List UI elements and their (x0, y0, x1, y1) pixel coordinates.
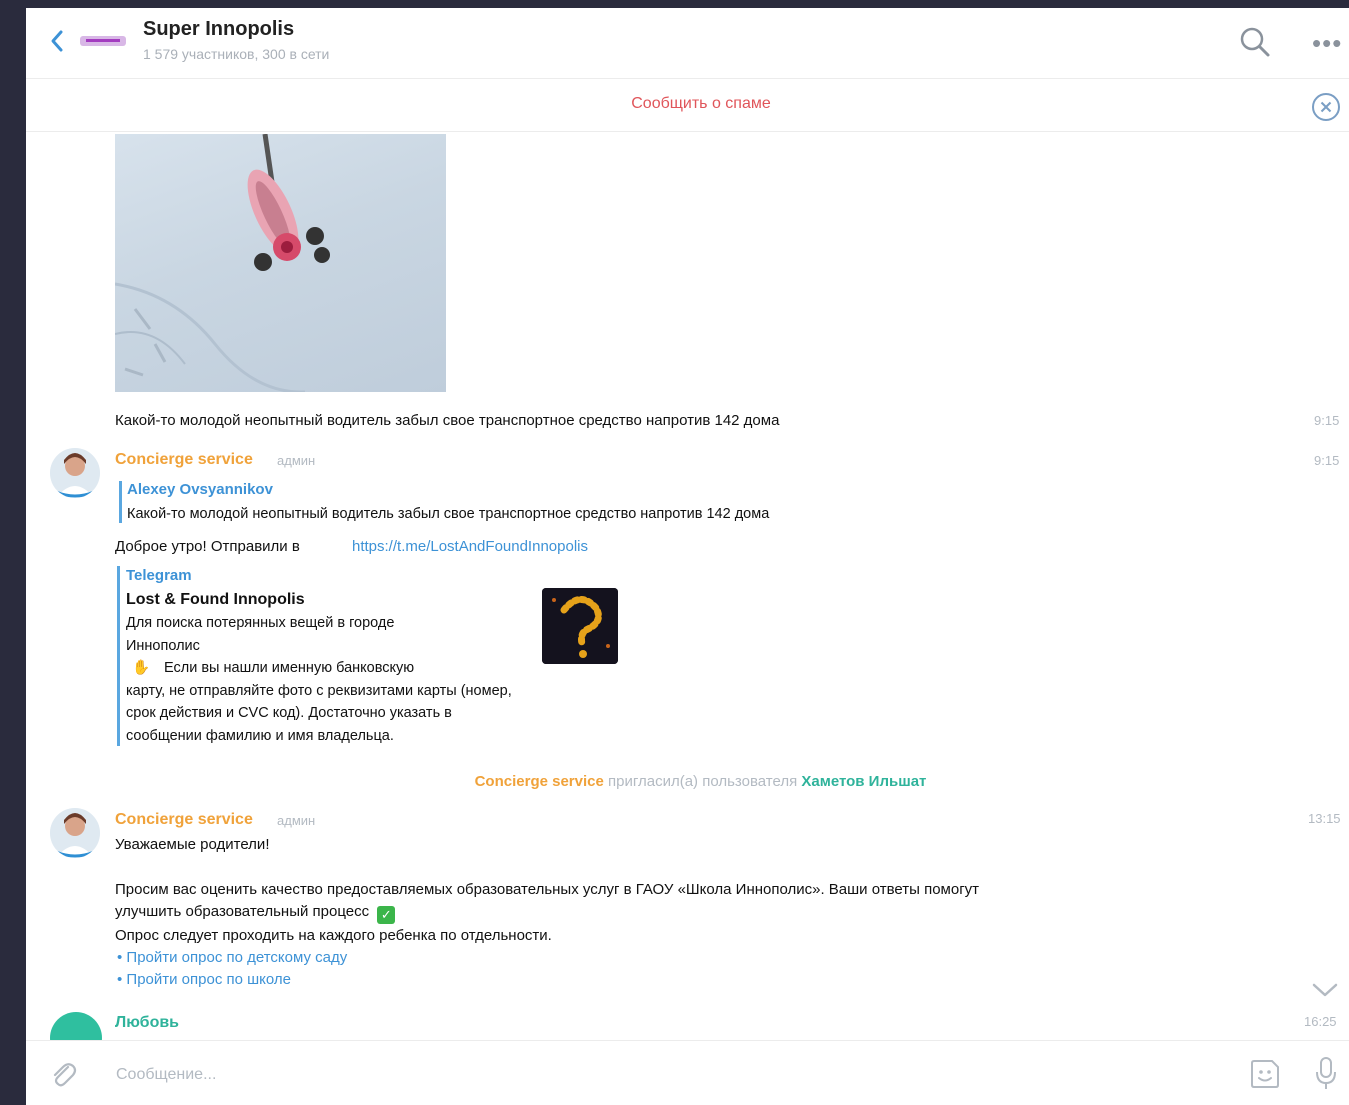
preview-description: Для поиска потерянных вещей в городе Инн… (126, 615, 512, 744)
survey-link-kindergarten[interactable]: • Пройти опрос по детскому саду (117, 949, 347, 966)
reply-text[interactable]: Какой-то молодой неопытный водитель забы… (127, 506, 769, 522)
chat-subtitle: 1 579 участников, 300 в сети (143, 46, 330, 62)
chat-window: Super Innopolis 1 579 участников, 300 в … (26, 8, 1349, 1105)
back-icon[interactable] (46, 26, 70, 56)
chevron-down-icon[interactable] (1310, 980, 1340, 1000)
reply-author[interactable]: Alexey Ovsyannikov (127, 481, 273, 498)
message-text: улучшить образовательный процесс ✓ (115, 903, 396, 924)
message-author[interactable]: Concierge service (115, 811, 253, 829)
message-author[interactable]: Любовь (115, 1014, 179, 1032)
preview-bar (117, 566, 120, 746)
avatar[interactable] (50, 808, 100, 858)
chat-title[interactable]: Super Innopolis (143, 18, 294, 41)
message-text: Просим вас оценить качество предоставляе… (115, 881, 980, 898)
message-text: Уважаемые родители! (115, 836, 270, 853)
chat-header: Super Innopolis 1 579 участников, 300 в … (26, 8, 1349, 79)
avatar[interactable] (50, 448, 100, 498)
service-actor[interactable]: Concierge service (475, 773, 604, 790)
attach-icon[interactable] (48, 1059, 78, 1089)
report-spam-link[interactable]: Сообщить о спаме (26, 95, 1349, 113)
survey-link-school[interactable]: • Пройти опрос по школе (117, 971, 291, 988)
message-text: Доброе утро! Отправили в (115, 538, 300, 555)
admin-badge: админ (277, 453, 316, 468)
preview-thumbnail[interactable] (542, 588, 618, 664)
preview-title[interactable]: Lost & Found Innopolis (126, 591, 305, 609)
sticker-icon[interactable] (1248, 1057, 1282, 1091)
scooter-image (115, 134, 330, 392)
message-time: 16:25 (1304, 1014, 1337, 1029)
message-text: Какой-то молодой неопытный водитель забы… (115, 412, 780, 429)
service-message: Concierge service пригласил(а) пользоват… (26, 773, 1349, 790)
message-author[interactable]: Concierge service (115, 451, 253, 469)
chat-logo[interactable] (80, 36, 126, 46)
message-composer (26, 1040, 1349, 1105)
message-input[interactable] (114, 1061, 1118, 1089)
message-time: 9:15 (1314, 453, 1340, 468)
preview-site: Telegram (126, 567, 192, 584)
report-spam-bar: Сообщить о спаме (26, 79, 1349, 132)
message-photo[interactable] (115, 134, 446, 392)
message-text: Опрос следует проходить на каждого ребен… (115, 927, 552, 944)
reply-bar (119, 481, 122, 523)
microphone-icon[interactable] (1314, 1055, 1338, 1091)
message-link[interactable]: https://t.me/LostAndFoundInnopolis (352, 538, 588, 555)
search-icon[interactable] (1238, 25, 1272, 59)
close-icon[interactable] (1311, 92, 1341, 122)
hand-emoji-icon: ✋ (132, 660, 151, 676)
checkmark-icon: ✓ (377, 906, 396, 924)
admin-badge: админ (277, 813, 316, 828)
message-time: 13:15 (1308, 811, 1341, 826)
service-action: пригласил(а) пользователя (603, 773, 802, 790)
service-target[interactable]: Хаметов Ильшат (801, 773, 926, 790)
message-time: 9:15 (1314, 413, 1340, 428)
more-icon[interactable]: ••• (1312, 28, 1342, 59)
